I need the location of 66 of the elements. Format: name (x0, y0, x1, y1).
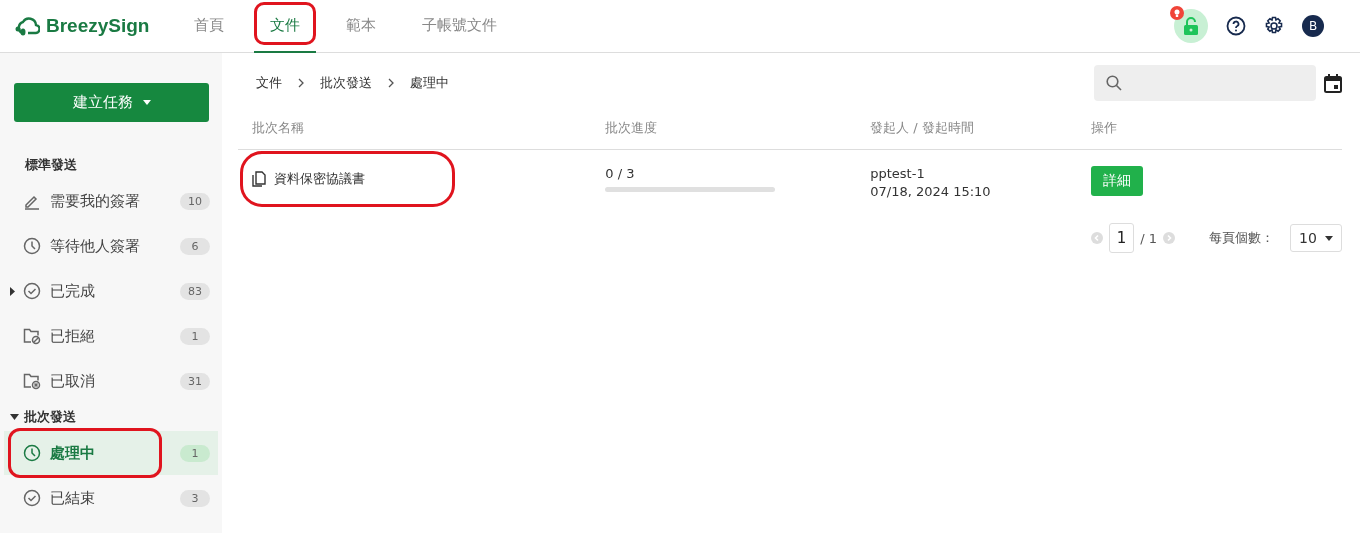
section-title: 批次發送 (24, 408, 76, 426)
sidebar-item[interactable]: 處理中 1 (4, 431, 218, 475)
calendar-icon[interactable] (1324, 73, 1342, 93)
count-badge: 83 (180, 282, 210, 300)
count-badge: 3 (180, 489, 210, 507)
lock-icon (1183, 17, 1199, 35)
column-header: 批次進度 (591, 119, 857, 150)
section-title: 標準發送 (25, 156, 77, 174)
sidebar-item[interactable]: 已取消 31 (4, 359, 218, 403)
sidebar-item[interactable]: 已結束 3 (4, 476, 218, 520)
clock-icon (23, 237, 41, 255)
caret-right-icon[interactable] (10, 286, 15, 296)
sidebar-item-label: 已拒絕 (50, 326, 95, 346)
notification-badge-icon (1170, 6, 1184, 20)
nav-tab[interactable]: 子帳號文件 (406, 0, 514, 53)
count-badge: 1 (180, 444, 210, 462)
document-icon (252, 171, 266, 187)
cloud-logo-icon (14, 15, 40, 37)
column-header: 發起人 / 發起時間 (856, 119, 1077, 150)
check-circle-icon (23, 282, 41, 300)
sent-time: 07/18, 2024 15:10 (870, 184, 992, 199)
settings-icon[interactable] (1264, 16, 1284, 36)
sidebar-item-label: 等待他人簽署 (50, 236, 140, 256)
progress-text: 0 / 3 (605, 166, 636, 181)
per-page-select[interactable]: 10 (1290, 224, 1342, 252)
search-field[interactable] (1094, 65, 1316, 101)
sidebar-item[interactable]: 需要我的簽署 10 (4, 179, 218, 223)
nav-tab[interactable]: 首頁 (178, 0, 241, 53)
caret-down-icon[interactable] (10, 414, 19, 420)
folder-icon (23, 327, 41, 345)
sidebar-item[interactable]: 等待他人簽署 6 (4, 224, 218, 268)
caret-icon (142, 100, 151, 105)
caret-icon (1325, 235, 1333, 241)
count-badge: 31 (180, 372, 210, 390)
breadcrumb-item[interactable]: 文件 (256, 74, 282, 92)
column-header: 批次名稱 (238, 119, 592, 150)
nav-tab[interactable]: 範本 (330, 0, 393, 53)
sidebar-item-label: 已取消 (50, 371, 95, 391)
column-header: 操作 (1077, 119, 1342, 150)
brand-name: BreezySign (46, 15, 150, 37)
count-badge: 6 (180, 237, 210, 255)
sidebar-item-label: 處理中 (50, 443, 95, 463)
create-task-button[interactable]: 建立任務 (14, 83, 209, 122)
clock-icon (23, 444, 41, 462)
sidebar-item-label: 需要我的簽署 (50, 191, 140, 211)
chevron-right-icon (388, 78, 394, 88)
sidebar-item-label: 已完成 (50, 281, 95, 301)
breadcrumb-item[interactable]: 處理中 (410, 74, 449, 92)
page-total: / 1 (1140, 230, 1157, 246)
sidebar-item[interactable]: 已拒絕 1 (4, 314, 218, 358)
search-icon (1106, 75, 1122, 91)
sender-name: pptest-1 (870, 166, 926, 181)
user-avatar[interactable]: B (1302, 15, 1324, 37)
per-page-label: 每頁個數： (1209, 229, 1274, 247)
folder-icon (23, 372, 41, 390)
sidebar-item[interactable]: 已完成 83 (4, 269, 218, 313)
help-icon[interactable] (1226, 16, 1246, 36)
nav-tab[interactable]: 文件 (254, 0, 317, 53)
check-circle-icon (23, 489, 41, 507)
count-badge: 1 (180, 327, 210, 345)
chevron-right-icon (298, 78, 304, 88)
page-number-field[interactable]: 1 (1108, 223, 1135, 253)
count-badge: 10 (180, 192, 210, 210)
breadcrumb-item[interactable]: 批次發送 (320, 74, 372, 92)
sidebar-item-label: 已結束 (50, 488, 95, 508)
batch-name[interactable]: 資料保密協議書 (274, 170, 365, 188)
